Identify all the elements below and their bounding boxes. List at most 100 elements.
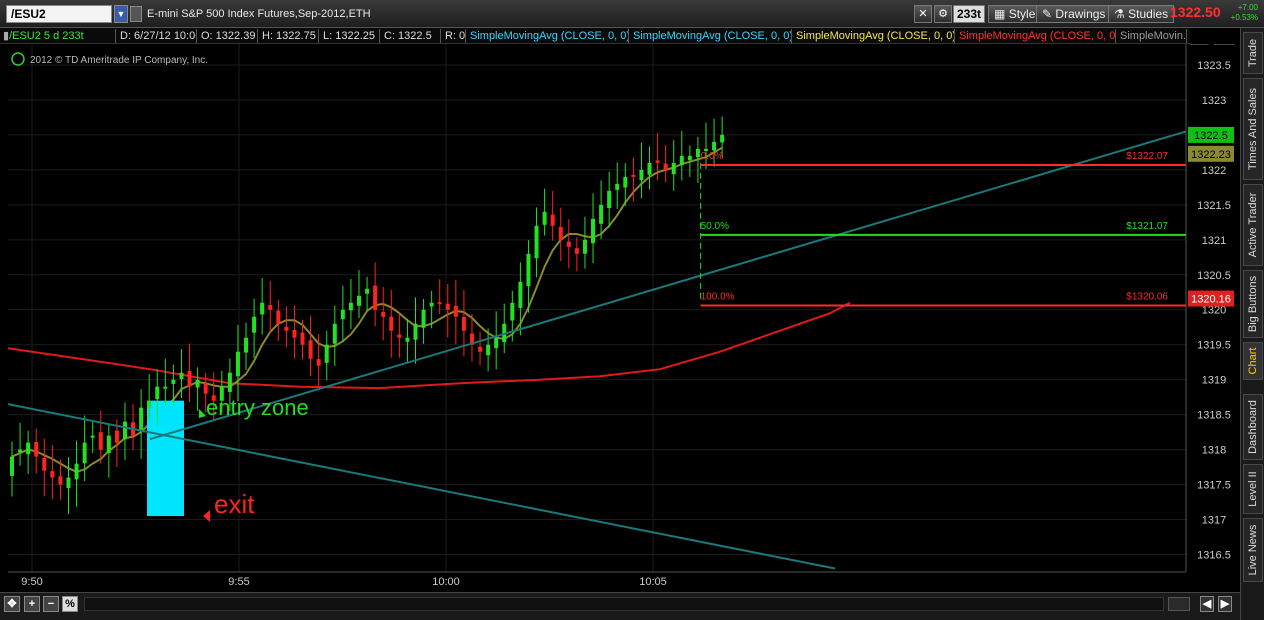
candle-body — [155, 386, 160, 400]
y-tick-label: 1319.5 — [1197, 340, 1231, 352]
tab-level-ii-label: Level II — [1247, 471, 1259, 507]
aggregation-button[interactable]: 233t — [953, 5, 986, 23]
candle-body — [663, 163, 668, 170]
y-tick-label: 1317.5 — [1197, 480, 1231, 492]
studies-button[interactable]: ⚗ Studies — [1108, 5, 1175, 23]
style-button[interactable]: ▦ Style — [988, 5, 1042, 23]
candle-body — [631, 174, 636, 177]
candle-body — [179, 372, 184, 380]
tab-dashboard[interactable]: Dashboard — [1243, 394, 1263, 460]
candle-body — [356, 295, 361, 306]
x-tick-label: 9:55 — [228, 576, 249, 588]
symbol-input[interactable]: /ESU2 — [6, 5, 112, 23]
tab-big-buttons-label: Big Buttons — [1247, 275, 1259, 333]
tab-trade[interactable]: Trade — [1243, 32, 1263, 74]
time-scrollbar[interactable] — [84, 597, 1164, 611]
instrument-description: E-mini S&P 500 Index Futures,Sep-2012,ET… — [147, 8, 371, 20]
style-icon: ▦ — [994, 7, 1006, 21]
candle-body — [461, 317, 466, 331]
zoom-out-icon[interactable]: − — [43, 596, 59, 612]
zoom-in-icon[interactable]: + — [24, 596, 40, 612]
tab-live-news-label: Live News — [1247, 524, 1259, 576]
pan-icon[interactable]: ✥ — [4, 596, 20, 612]
info-open: O: 1322.39 — [198, 29, 258, 43]
candle-body — [203, 383, 208, 394]
candle-body — [647, 162, 652, 175]
study-label-2[interactable]: SimpleMovingAvg (CLOSE, 0, 0) — [630, 29, 792, 43]
price-label-text: 1320.16 — [1191, 294, 1231, 306]
link-icon[interactable] — [130, 6, 142, 22]
price-chart-svg[interactable]: 0.0% $1322.0750.0% $1321.07100.0% $1320.06 … — [0, 27, 1240, 592]
tab-big-buttons[interactable]: Big Buttons — [1243, 270, 1263, 338]
settings-icon[interactable]: ⚙ — [934, 5, 952, 23]
candle-body — [122, 421, 127, 440]
entry-zone-label: entry zone — [206, 395, 309, 420]
candle-body — [268, 305, 273, 310]
change-percent: +0.53% — [1230, 13, 1258, 22]
tab-level-ii[interactable]: Level II — [1243, 464, 1263, 514]
tab-chart[interactable]: Chart — [1243, 342, 1263, 380]
candle-body — [566, 241, 571, 247]
candle-body — [518, 281, 523, 308]
study-label-4[interactable]: SimpleMovingAvg (CLOSE, 0, 0) — [956, 29, 1116, 43]
drawings-button[interactable]: ✎ Drawings — [1036, 5, 1112, 23]
candle-body — [486, 344, 491, 356]
tab-live-news[interactable]: Live News — [1243, 518, 1263, 582]
y-tick-label: 1322 — [1202, 165, 1226, 177]
y-tick-label: 1316.5 — [1197, 550, 1231, 562]
candle-body — [397, 334, 402, 338]
info-symbol-period[interactable]: ▮/ESU2 5 d 233t — [0, 29, 116, 43]
candle-body — [163, 386, 168, 389]
price-change: +7.00 +0.53% — [1228, 3, 1258, 23]
candle-body — [373, 285, 378, 310]
scroll-thumb[interactable] — [1168, 597, 1190, 611]
fib-level-price: $1322.07 — [1126, 151, 1168, 162]
price-chart[interactable]: 0.0% $1322.07 50.0% $1321.07 100.0% $1320.06 … — [0, 27, 1240, 592]
symbol-period-text: /ESU2 5 d 233t — [9, 30, 84, 42]
tab-active-trader[interactable]: Active Trader — [1243, 184, 1263, 266]
candle-body — [687, 155, 692, 161]
candle-body — [324, 344, 329, 363]
candle-body — [187, 371, 192, 387]
candle-body — [389, 316, 394, 331]
scroll-left-icon[interactable]: ◀ — [1200, 596, 1214, 612]
candle-body — [308, 340, 313, 359]
info-low: L: 1322.25 — [320, 29, 380, 43]
candle-body — [607, 190, 612, 209]
symbol-dropdown-icon[interactable]: ▼ — [114, 5, 128, 23]
tools-icon[interactable]: ✕ — [914, 5, 932, 23]
candle-body — [542, 211, 547, 225]
study-label-5[interactable]: SimpleMovin... — [1117, 29, 1187, 43]
candle-body — [10, 456, 14, 476]
candle-body — [235, 351, 240, 377]
fib-level-pct: 50.0% — [701, 221, 729, 232]
candle-body — [695, 148, 700, 158]
study-label-3[interactable]: SimpleMovingAvg (CLOSE, 0, 0) — [793, 29, 955, 43]
scroll-right-icon[interactable]: ▶ — [1218, 596, 1232, 612]
candle-body — [244, 337, 249, 353]
candle-body — [591, 218, 596, 244]
candle-body — [260, 302, 265, 315]
price-label-text: 1322.5 — [1194, 130, 1228, 142]
pencil-icon: ✎ — [1042, 7, 1053, 21]
info-close: C: 1322.5 — [381, 29, 441, 43]
candle-body — [332, 323, 337, 344]
candle-body — [74, 463, 79, 480]
tab-times-and-sales[interactable]: Times And Sales — [1243, 78, 1263, 180]
entry-zone-box — [147, 400, 184, 517]
candle-body — [615, 183, 620, 190]
candle-body — [66, 477, 71, 489]
candle-body — [365, 288, 370, 294]
candle-body — [671, 162, 676, 175]
candle-body — [453, 305, 458, 317]
candle-body — [437, 302, 442, 305]
candle-body — [26, 442, 31, 455]
candle-body — [655, 160, 660, 163]
candle-body — [34, 442, 39, 457]
study-label-1[interactable]: SimpleMovingAvg (CLOSE, 0, 0) — [467, 29, 629, 43]
candle-body — [599, 204, 604, 224]
percent-button[interactable]: % — [62, 596, 78, 612]
x-tick-label: 10:05 — [639, 576, 667, 588]
candle-body — [421, 309, 426, 328]
y-tick-label: 1321.5 — [1197, 200, 1231, 212]
